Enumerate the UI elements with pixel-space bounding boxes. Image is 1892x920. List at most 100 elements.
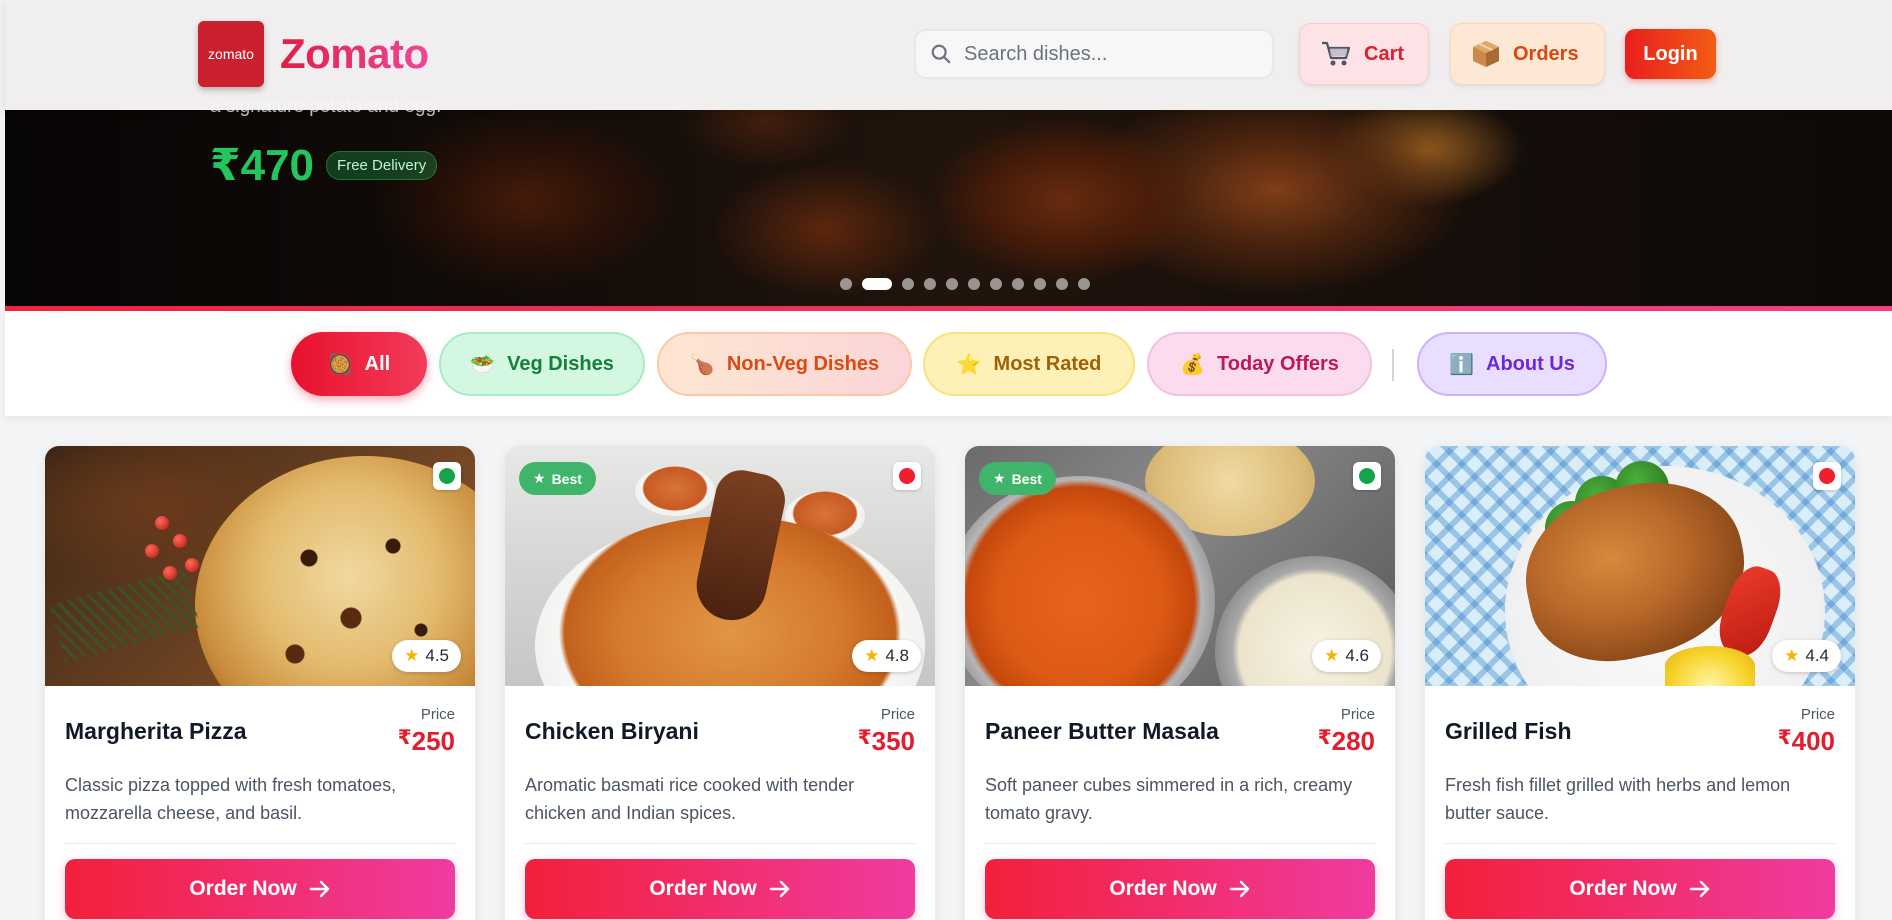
dish-price: ₹400 <box>1777 726 1835 756</box>
cart-icon <box>1322 41 1351 66</box>
search-box[interactable] <box>914 29 1274 79</box>
card-divider <box>985 843 1375 844</box>
best-label: Best <box>551 470 582 487</box>
cart-button[interactable]: Cart <box>1299 23 1429 85</box>
best-label: Best <box>1011 470 1042 487</box>
order-now-button[interactable]: Order Now <box>525 859 915 919</box>
carousel-dots <box>840 278 1090 290</box>
card-divider <box>525 843 915 844</box>
card-divider <box>1445 843 1835 844</box>
best-badge: ★ Best <box>519 462 596 495</box>
arrow-right-icon <box>769 880 789 898</box>
carousel-dot[interactable] <box>1034 278 1046 290</box>
rating-badge: ★ 4.8 <box>852 640 921 672</box>
carousel-dot[interactable] <box>902 278 914 290</box>
orders-button[interactable]: Orders <box>1450 23 1605 85</box>
hero-price: ₹470 <box>210 141 315 190</box>
search-icon <box>931 44 951 64</box>
veg-indicator <box>433 462 461 490</box>
arrow-right-icon <box>309 880 329 898</box>
rating-value: 4.6 <box>1345 646 1369 665</box>
search-input[interactable] <box>964 42 1234 66</box>
dish-card[interactable]: ★ Best ★ 4.6 Paneer Butter Masala Price ₹2… <box>965 446 1395 920</box>
star-icon: ★ <box>1324 646 1340 665</box>
dish-image[interactable]: ★ 4.4 <box>1425 446 1855 686</box>
veg-indicator <box>1353 462 1381 490</box>
order-now-button[interactable]: Order Now <box>1445 859 1835 919</box>
carousel-dot[interactable] <box>1056 278 1068 290</box>
hero-price-row: ₹470 Free Delivery <box>210 140 438 191</box>
rating-badge: ★ 4.5 <box>392 640 461 672</box>
dish-name: Margherita Pizza <box>65 718 247 744</box>
rating-badge: ★ 4.6 <box>1312 640 1381 672</box>
dish-card[interactable]: ★ 4.4 Grilled Fish Price ₹400 Fresh fish … <box>1425 446 1855 920</box>
about-us-label: About Us <box>1486 352 1575 375</box>
filter-veg-label: Veg Dishes <box>507 352 614 375</box>
filter-divider <box>1392 349 1394 381</box>
order-now-label: Order Now <box>1569 877 1677 900</box>
salad-icon: 🥗 <box>470 353 496 376</box>
free-delivery-badge: Free Delivery <box>326 151 438 180</box>
dish-card[interactable]: ★ Best ★ 4.8 Chicken Biryani Price ₹350 Ar… <box>505 446 935 920</box>
login-button[interactable]: Login <box>1625 29 1716 79</box>
price-label: Price <box>420 706 455 723</box>
nonveg-indicator <box>893 462 921 490</box>
star-icon: ⭐ <box>956 353 982 376</box>
order-now-label: Order Now <box>649 877 757 900</box>
rating-value: 4.4 <box>1805 646 1829 665</box>
order-now-label: Order Now <box>189 877 297 900</box>
star-icon: ★ <box>404 646 420 665</box>
dish-description: Aromatic basmati rice cooked with tender… <box>525 775 855 823</box>
carousel-dot[interactable] <box>862 278 892 290</box>
dish-description: Classic pizza topped with fresh tomatoes… <box>65 775 397 823</box>
rating-value: 4.8 <box>885 646 909 665</box>
dish-price: ₹350 <box>857 726 915 756</box>
money-bag-icon: 💰 <box>1180 353 1206 376</box>
category-filter-bar: 🥘 All 🥗 Veg Dishes 🍗 Non-Veg Dishes ⭐ Mo… <box>5 311 1892 416</box>
rating-badge: ★ 4.4 <box>1772 640 1841 672</box>
card-divider <box>65 843 455 844</box>
carousel-dot[interactable] <box>968 278 980 290</box>
filter-nonveg[interactable]: 🍗 Non-Veg Dishes <box>657 332 912 396</box>
cart-label: Cart <box>1364 42 1405 65</box>
dish-image[interactable]: ★ 4.5 <box>45 446 475 686</box>
filter-all[interactable]: 🥘 All <box>291 332 427 396</box>
food-bowl-icon: 🥘 <box>327 353 353 376</box>
filter-most-rated[interactable]: ⭐ Most Rated <box>923 332 1135 396</box>
filter-veg[interactable]: 🥗 Veg Dishes <box>439 332 645 396</box>
filter-all-label: All <box>364 352 391 375</box>
dish-image[interactable]: ★ Best ★ 4.6 <box>965 446 1395 686</box>
dish-price: ₹250 <box>397 726 455 756</box>
carousel-dot[interactable] <box>946 278 958 290</box>
dish-image[interactable]: ★ Best ★ 4.8 <box>505 446 935 686</box>
filter-today-offers[interactable]: 💰 Today Offers <box>1147 332 1372 396</box>
carousel-dot[interactable] <box>840 278 852 290</box>
logo-text: zomato <box>208 46 254 62</box>
price-label: Price <box>1340 706 1375 723</box>
package-icon <box>1473 41 1499 67</box>
dish-description: Soft paneer cubes simmered in a rich, cr… <box>985 775 1353 823</box>
price-label: Price <box>1800 706 1835 723</box>
carousel-dot[interactable] <box>1012 278 1024 290</box>
carousel-dot[interactable] <box>990 278 1002 290</box>
star-icon: ★ <box>864 646 880 665</box>
star-icon: ★ <box>993 470 1006 486</box>
zomato-logo[interactable]: zomato <box>198 21 264 87</box>
info-icon: ℹ️ <box>1449 353 1474 376</box>
order-now-button[interactable]: Order Now <box>985 859 1375 919</box>
dish-card[interactable]: ★ 4.5 Margherita Pizza Price ₹250 Classic… <box>45 446 475 920</box>
carousel-dot[interactable] <box>924 278 936 290</box>
brand-name[interactable]: Zomato <box>280 30 429 78</box>
about-us-button[interactable]: ℹ️ About Us <box>1417 332 1607 396</box>
dish-price: ₹280 <box>1317 726 1375 756</box>
filter-offers-label: Today Offers <box>1217 352 1339 375</box>
filter-nonveg-label: Non-Veg Dishes <box>726 352 880 375</box>
orders-label: Orders <box>1513 42 1579 65</box>
price-label: Price <box>880 706 915 723</box>
carousel-dot[interactable] <box>1078 278 1090 290</box>
top-header: zomato Zomato Cart Orders Login <box>5 0 1892 110</box>
dish-name: Grilled Fish <box>1445 718 1572 744</box>
filter-rated-label: Most Rated <box>993 352 1102 375</box>
order-now-button[interactable]: Order Now <box>65 859 455 919</box>
arrow-right-icon <box>1689 880 1709 898</box>
